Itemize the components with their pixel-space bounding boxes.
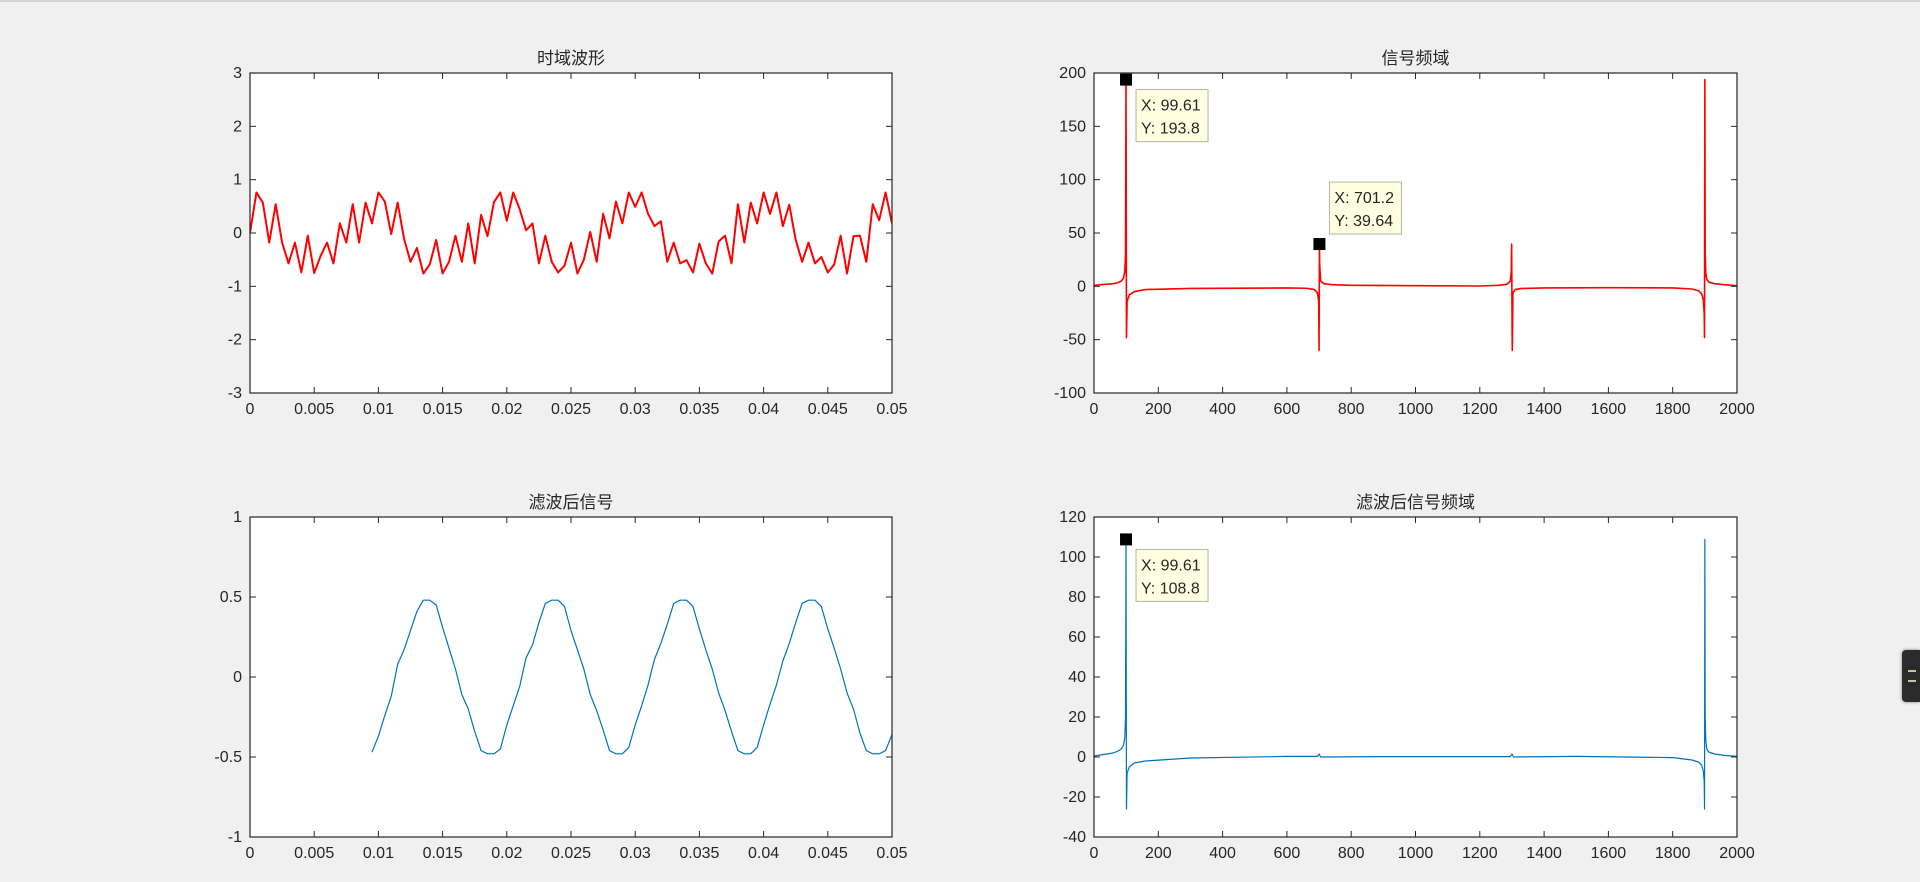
x-tick-label: 0.05 bbox=[876, 845, 907, 862]
x-tick-label: 800 bbox=[1338, 845, 1365, 862]
y-tick-label: -20 bbox=[1063, 789, 1086, 806]
x-tick-label: 0.005 bbox=[294, 401, 334, 418]
x-tick-label: 0.05 bbox=[876, 401, 907, 418]
chart-title: 信号频域 bbox=[1382, 49, 1450, 68]
x-tick-label: 0 bbox=[246, 845, 255, 862]
datatip-x-value: X: 99.61 bbox=[1141, 557, 1201, 574]
plot-area[interactable] bbox=[250, 517, 892, 837]
x-tick-label: 0.025 bbox=[551, 845, 591, 862]
datatip-y-value: Y: 108.8 bbox=[1141, 580, 1200, 597]
x-tick-label: 0.045 bbox=[808, 401, 848, 418]
chart-title: 滤波后信号频域 bbox=[1356, 493, 1475, 512]
x-tick-label: 0.01 bbox=[363, 401, 394, 418]
x-tick-label: 1600 bbox=[1591, 845, 1627, 862]
y-tick-label: 50 bbox=[1068, 225, 1086, 242]
x-tick-label: 1200 bbox=[1462, 401, 1498, 418]
y-tick-label: 60 bbox=[1068, 629, 1086, 646]
x-tick-label: 0.005 bbox=[294, 845, 334, 862]
x-tick-label: 0.015 bbox=[423, 401, 463, 418]
y-tick-label: 0 bbox=[1077, 278, 1086, 295]
x-tick-label: 1000 bbox=[1398, 845, 1434, 862]
y-tick-label: -50 bbox=[1063, 332, 1086, 349]
y-tick-label: -1 bbox=[228, 829, 242, 846]
datatip-marker[interactable] bbox=[1120, 533, 1133, 546]
x-tick-label: 1600 bbox=[1591, 401, 1627, 418]
y-tick-label: -0.5 bbox=[214, 749, 242, 766]
y-tick-label: 20 bbox=[1068, 709, 1086, 726]
y-tick-label: 40 bbox=[1068, 669, 1086, 686]
x-tick-label: 0.04 bbox=[748, 845, 779, 862]
handle-grip-line bbox=[1908, 670, 1916, 672]
x-tick-label: 2000 bbox=[1719, 401, 1755, 418]
x-tick-label: 0.015 bbox=[423, 845, 463, 862]
datatip-y-value: Y: 39.64 bbox=[1334, 213, 1393, 230]
y-tick-label: 0 bbox=[233, 669, 242, 686]
x-tick-label: 0 bbox=[1090, 401, 1099, 418]
x-tick-label: 1000 bbox=[1398, 401, 1434, 418]
y-tick-label: 120 bbox=[1059, 509, 1086, 526]
x-tick-label: 600 bbox=[1274, 401, 1301, 418]
x-tick-label: 0.03 bbox=[620, 845, 651, 862]
x-tick-label: 1400 bbox=[1526, 845, 1562, 862]
y-tick-label: -2 bbox=[228, 332, 242, 349]
chart-time-waveform: 0 0.005 0.01 0.015 0.02 0.025 0.03 0.035 0.04 0.0… bbox=[228, 49, 908, 418]
y-tick-label: 0.5 bbox=[220, 589, 242, 606]
y-tick-label: 100 bbox=[1059, 172, 1086, 189]
x-tick-label: 1400 bbox=[1526, 401, 1562, 418]
x-tick-label: 0.04 bbox=[748, 401, 779, 418]
x-tick-label: 0.02 bbox=[491, 845, 522, 862]
figure-canvas: 0 0.005 0.01 0.015 0.02 0.025 0.03 0.035 0.04 0.0… bbox=[214, 49, 1755, 862]
y-tick-label: -40 bbox=[1063, 829, 1086, 846]
x-tick-label: 0.045 bbox=[808, 845, 848, 862]
x-tick-label: 1800 bbox=[1655, 401, 1691, 418]
y-tick-label: 100 bbox=[1059, 549, 1086, 566]
x-tick-label: 0.02 bbox=[491, 401, 522, 418]
chart-signal-spectrum: 0 200 400 600 800 1000 1200 1400 1600 1800 2000-10… bbox=[1054, 49, 1755, 418]
y-tick-label: -3 bbox=[228, 385, 242, 402]
x-tick-label: 0 bbox=[1090, 845, 1099, 862]
x-tick-label: 0.035 bbox=[679, 845, 719, 862]
x-tick-label: 400 bbox=[1209, 845, 1236, 862]
y-tick-label: -100 bbox=[1054, 385, 1086, 402]
datatip-marker[interactable] bbox=[1120, 73, 1133, 86]
x-tick-label: 0 bbox=[246, 401, 255, 418]
chart-filtered-signal: 0 0.005 0.01 0.015 0.02 0.025 0.03 0.035 0.04 0.0… bbox=[214, 493, 907, 862]
chart-filtered-spectrum: 0 200 400 600 800 1000 1200 1400 1600 1800 2000-40… bbox=[1059, 493, 1755, 862]
y-tick-label: 150 bbox=[1059, 118, 1086, 135]
x-tick-label: 0.035 bbox=[679, 401, 719, 418]
x-tick-label: 200 bbox=[1145, 401, 1172, 418]
x-tick-label: 200 bbox=[1145, 845, 1172, 862]
y-tick-label: 0 bbox=[233, 225, 242, 242]
x-tick-label: 0.03 bbox=[620, 401, 651, 418]
y-tick-label: 2 bbox=[233, 118, 242, 135]
x-tick-label: 1800 bbox=[1655, 845, 1691, 862]
side-toolbar-handle[interactable] bbox=[1902, 650, 1920, 702]
datatip-x-value: X: 99.61 bbox=[1141, 98, 1201, 115]
datatip-marker[interactable] bbox=[1313, 238, 1326, 251]
chart-title: 时域波形 bbox=[537, 49, 605, 68]
y-tick-label: 1 bbox=[233, 172, 242, 189]
y-tick-label: 1 bbox=[233, 509, 242, 526]
y-tick-label: 3 bbox=[233, 65, 242, 82]
handle-grip-line bbox=[1908, 680, 1916, 682]
x-tick-label: 600 bbox=[1274, 845, 1301, 862]
x-tick-label: 400 bbox=[1209, 401, 1236, 418]
y-tick-label: 80 bbox=[1068, 589, 1086, 606]
plot-area[interactable] bbox=[250, 73, 892, 393]
x-tick-label: 1200 bbox=[1462, 845, 1498, 862]
y-tick-label: 0 bbox=[1077, 749, 1086, 766]
x-tick-label: 0.025 bbox=[551, 401, 591, 418]
x-tick-label: 0.01 bbox=[363, 845, 394, 862]
chart-title: 滤波后信号 bbox=[529, 493, 614, 512]
y-tick-label: 200 bbox=[1059, 65, 1086, 82]
x-tick-label: 2000 bbox=[1719, 845, 1755, 862]
y-tick-label: -1 bbox=[228, 278, 242, 295]
datatip-y-value: Y: 193.8 bbox=[1141, 121, 1200, 138]
datatip-x-value: X: 701.2 bbox=[1334, 190, 1394, 207]
x-tick-label: 800 bbox=[1338, 401, 1365, 418]
